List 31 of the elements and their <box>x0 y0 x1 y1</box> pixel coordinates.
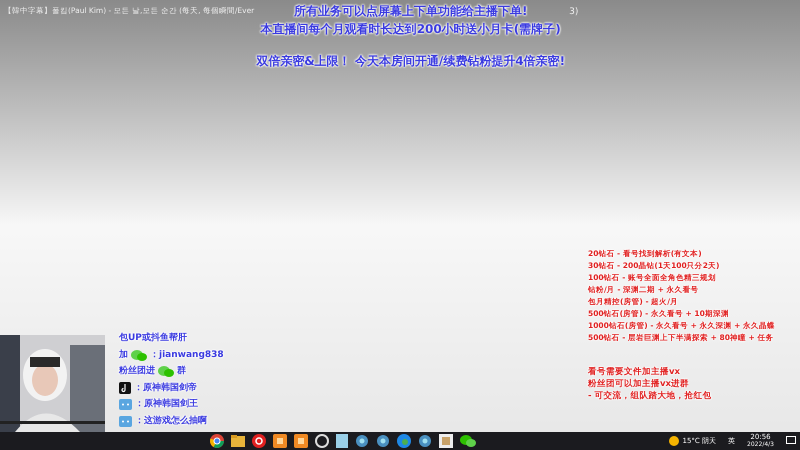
chat-bubble-icon <box>119 416 132 427</box>
notification-icon[interactable] <box>786 436 796 446</box>
contact-text: 包UP或抖鱼帮肝 <box>119 332 187 345</box>
app-icon[interactable] <box>355 434 369 448</box>
fan-note: 粉丝团可以加主播vx进群 <box>588 378 690 390</box>
music-icon[interactable] <box>252 434 266 448</box>
browser-icon[interactable] <box>210 434 224 448</box>
note-icon <box>119 382 131 394</box>
app-icon[interactable] <box>376 434 390 448</box>
weather-icon <box>668 436 679 446</box>
app-icon[interactable] <box>418 434 432 448</box>
video-title: 3) <box>569 6 578 19</box>
chat-bubble-icon <box>119 399 132 410</box>
contact-text: 粉丝团进 <box>119 365 155 378</box>
fan-note: 看号需要文件加主播vx <box>588 366 682 378</box>
contact-text: ：这游戏怎么抽啊 <box>135 414 207 428</box>
contact-text: ：jianwang838 <box>150 348 224 362</box>
contact-text: 加 <box>119 348 128 362</box>
browser-icon[interactable] <box>397 434 411 448</box>
fan-note: - 可交流，组队踏大地，抢红包 <box>588 390 712 402</box>
app-icon[interactable] <box>315 434 329 448</box>
contact-text: ：原神韩国剑王 <box>135 398 198 411</box>
contact-text: 群 <box>177 365 186 378</box>
notice-text: 双倍亲密&上限！ 今天本房间开通/续费钻粉提升4倍亲密! <box>256 53 566 70</box>
notice-text: 本直播间每个月观看时长达到200小时送小月卡(需牌子) <box>260 21 561 38</box>
folder-icon[interactable] <box>231 435 245 447</box>
chat-icon <box>131 348 147 362</box>
chat-icon[interactable] <box>460 434 476 448</box>
chat-icon <box>158 365 174 378</box>
notice-text: 所有业务可以点屏幕上下单功能给主播下单! <box>294 3 528 20</box>
contact-text: ：原神韩国剑帝 <box>134 382 197 394</box>
